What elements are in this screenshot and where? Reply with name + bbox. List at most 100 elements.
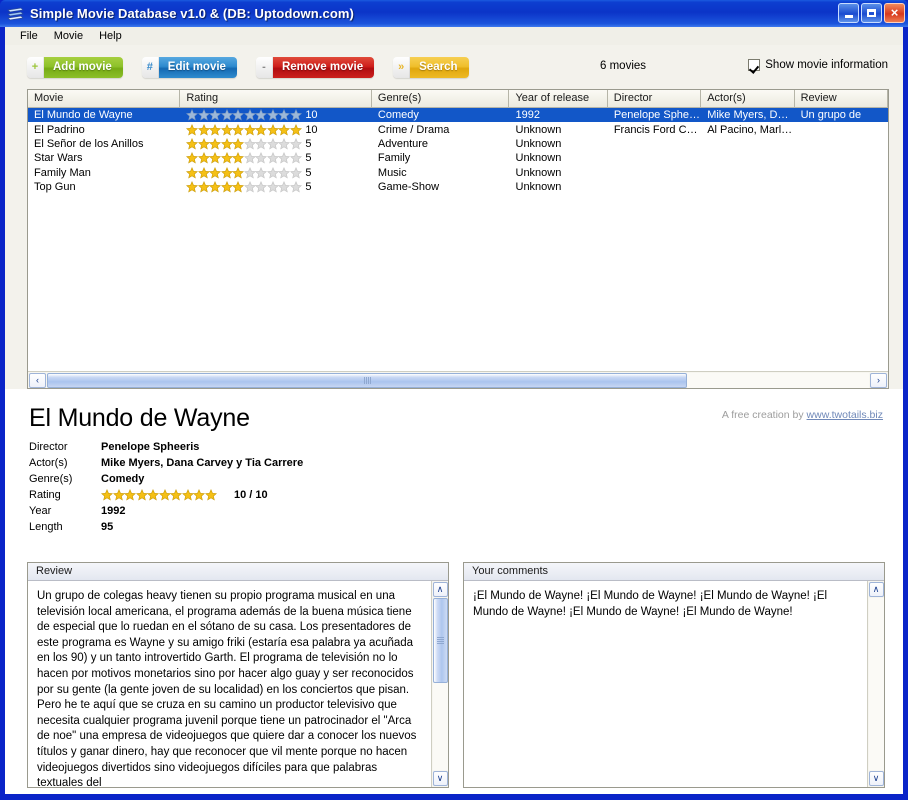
credit-link[interactable]: www.twotails.biz	[807, 409, 883, 421]
cell-review	[795, 151, 888, 165]
cell-rating: 5	[180, 137, 372, 151]
star-icon	[289, 138, 302, 150]
table-column-header[interactable]: Movie	[28, 90, 181, 107]
table-row[interactable]: El Padrino 10 Crime / Drama Unknown Francis …	[28, 122, 888, 136]
credit-prefix: A free creation by	[721, 409, 804, 421]
meta-row-director: Director Penelope Spheeris	[29, 439, 885, 455]
comments-scroll-up-button[interactable]: ∧	[868, 582, 884, 597]
star-icon	[289, 152, 302, 164]
film-strip-icon	[7, 7, 24, 20]
menu-item-file[interactable]: File	[12, 29, 46, 43]
star-icon	[278, 152, 291, 164]
star-icon	[266, 166, 279, 179]
star-icon	[266, 109, 279, 121]
star-icon	[197, 152, 210, 164]
table-column-header[interactable]: Director	[607, 90, 702, 107]
cell-actors	[701, 151, 794, 165]
star-icon	[243, 152, 256, 164]
star-icon	[209, 109, 222, 121]
star-icon	[135, 489, 148, 501]
cell-review	[795, 122, 888, 136]
star-icon	[243, 181, 256, 193]
cell-actors	[701, 137, 794, 151]
review-scroll-down-button[interactable]: ∨	[432, 771, 448, 786]
review-text[interactable]: Un grupo de colegas heavy tienen su prop…	[28, 581, 431, 787]
minimize-button[interactable]	[838, 3, 859, 23]
cell-director: Penelope Sphe…	[613, 109, 701, 122]
search-button[interactable]: » Search	[393, 56, 469, 78]
rating-stars	[186, 181, 302, 193]
horizontal-scroll-thumb[interactable]	[47, 372, 687, 388]
table-column-header[interactable]: Review	[794, 90, 888, 107]
cell-actors	[701, 180, 794, 194]
horizontal-scroll-track[interactable]	[687, 372, 869, 388]
cell-review	[795, 166, 888, 180]
director-value: Penelope Spheeris	[101, 441, 200, 453]
cell-movie: El Señor de los Anillos	[34, 137, 144, 150]
table-row[interactable]: Top Gun 5 Game-Show Unknown	[28, 180, 888, 194]
length-value: 95	[101, 521, 114, 533]
table-column-header[interactable]: Actor(s)	[701, 90, 795, 107]
star-icon	[266, 123, 279, 136]
table-column-header[interactable]: Rating	[180, 90, 372, 107]
length-label: Length	[29, 521, 63, 533]
comments-scroll-track[interactable]	[868, 598, 884, 770]
meta-row-length: Length 95	[29, 519, 885, 535]
scroll-right-button[interactable]: ›	[870, 372, 887, 388]
comments-scroll-down-button[interactable]: ∨	[868, 771, 884, 786]
table-row[interactable]: El Mundo de Wayne 10 Comedy 1992 Penelope Sp…	[28, 108, 888, 123]
cell-rating: 5	[180, 180, 372, 194]
cell-year: Unknown	[515, 152, 562, 165]
cell-actors: Mike Myers, D…	[707, 109, 789, 122]
star-icon	[220, 109, 233, 121]
table-column-header[interactable]: Year of release	[509, 90, 608, 107]
star-icon	[193, 489, 205, 501]
review-scroll-thumb[interactable]	[432, 598, 448, 683]
rating-stars	[101, 489, 217, 501]
menu-item-movie[interactable]: Movie	[46, 29, 91, 43]
star-icon	[255, 109, 268, 121]
table-row[interactable]: Star Wars 5 Family Unknown	[28, 151, 888, 165]
close-icon: ×	[890, 5, 899, 20]
client-area: File Movie Help + Add movie # Edit movie…	[5, 27, 903, 794]
menu-item-help[interactable]: Help	[91, 29, 130, 43]
remove-movie-button[interactable]: - Remove movie	[255, 56, 375, 78]
cell-director	[608, 180, 701, 194]
review-scroll-up-button[interactable]: ∧	[432, 582, 448, 597]
cell-year: Unknown	[515, 166, 562, 179]
table-row[interactable]: El Señor de los Anillos 5 Adventure Unknown	[28, 137, 888, 151]
cell-genres: Crime / Drama	[377, 123, 450, 136]
star-icon	[243, 109, 256, 121]
window-controls: ×	[838, 3, 905, 23]
comments-vertical-scrollbar[interactable]: ∧ ∨	[867, 581, 884, 787]
toolbar: + Add movie # Edit movie - Remove movie …	[5, 45, 903, 89]
add-movie-button[interactable]: + Add movie	[27, 56, 123, 78]
maximize-button[interactable]	[861, 3, 882, 23]
star-icon	[147, 489, 159, 501]
star-icon	[255, 138, 268, 150]
table-column-header[interactable]: Genre(s)	[371, 90, 510, 107]
horizontal-scrollbar[interactable]: ‹ ›	[28, 371, 888, 388]
show-movie-information-checkbox[interactable]: Show movie information	[748, 59, 888, 71]
review-vertical-scrollbar[interactable]: ∧ ∨	[431, 581, 448, 787]
star-icon	[255, 123, 268, 136]
cell-rating: 10	[180, 108, 372, 122]
cell-actors: Al Pacino, Marl…	[707, 123, 793, 136]
star-icon	[266, 181, 279, 193]
table-row[interactable]: Family Man 5 Music Unknown	[28, 166, 888, 180]
star-icon	[266, 138, 279, 150]
rating-stars	[186, 166, 302, 179]
scroll-left-button[interactable]: ‹	[29, 372, 46, 388]
rating-number: 5	[305, 181, 312, 194]
text-panels: Review Un grupo de colegas heavy tienen …	[27, 562, 885, 788]
comments-text[interactable]: ¡El Mundo de Wayne! ¡El Mundo de Wayne! …	[464, 581, 867, 787]
review-scroll-track[interactable]	[432, 683, 448, 770]
edit-movie-button[interactable]: # Edit movie	[141, 56, 237, 78]
star-icon	[186, 109, 199, 121]
menu-bar: File Movie Help	[5, 27, 903, 45]
movie-metadata: Director Penelope Spheeris Actor(s) Mike…	[29, 439, 885, 535]
close-button[interactable]: ×	[884, 3, 905, 23]
movie-table: Movie Rating Genre(s) Year of release Direct…	[27, 89, 889, 389]
star-icon	[181, 489, 194, 501]
rating-number: 5	[305, 152, 312, 165]
